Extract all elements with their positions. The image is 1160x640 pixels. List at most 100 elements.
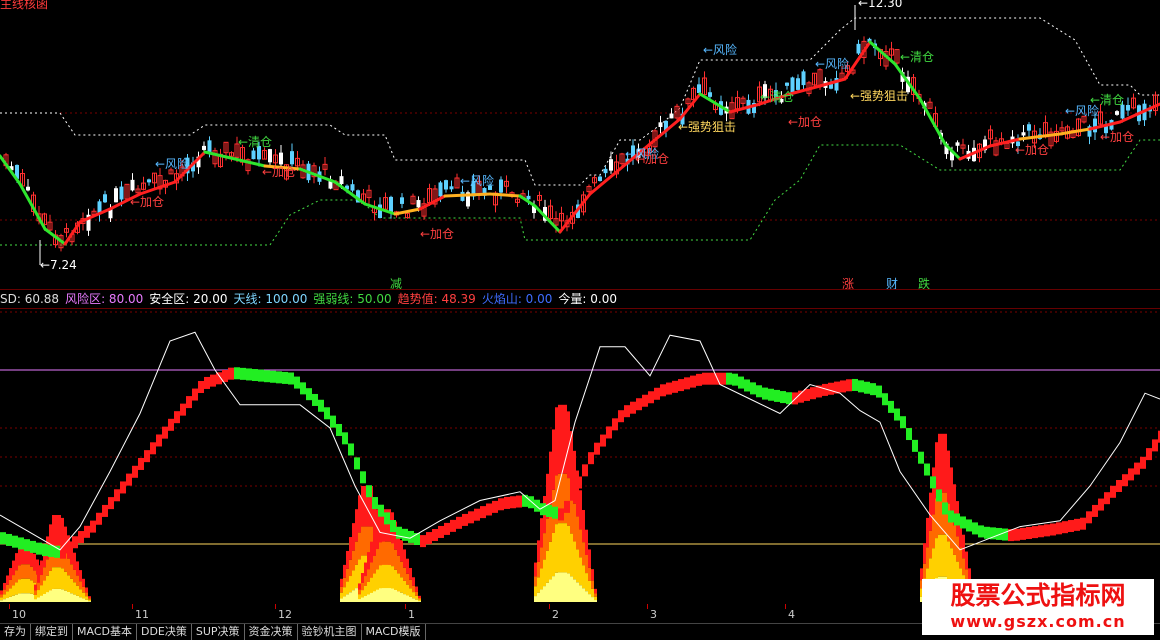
min-price-label: ←7.24 <box>40 258 77 272</box>
flame-bar <box>555 524 558 573</box>
template-tab[interactable]: DDE决策 <box>137 624 192 640</box>
trend-block <box>366 485 372 497</box>
trend-block <box>576 477 582 489</box>
trend-block <box>228 368 234 380</box>
legend-item: 安全区: 20.00 <box>149 292 227 306</box>
template-tab[interactable]: 资金决策 <box>245 624 298 640</box>
flame-bar <box>923 564 926 579</box>
flame-bar <box>46 559 49 575</box>
flame-bar <box>379 542 382 565</box>
trend-block <box>528 496 534 508</box>
template-tab[interactable]: 验钞机主图 <box>298 624 362 640</box>
flame-bar <box>64 572 67 591</box>
flame-bar <box>944 434 947 493</box>
flame-bar <box>34 595 37 599</box>
flame-bar <box>36 559 39 574</box>
flame-bar <box>400 540 403 562</box>
flame-bar <box>349 576 352 592</box>
price-chart-canvas <box>0 0 1160 290</box>
candle-body <box>450 186 454 189</box>
flame-bar <box>67 575 70 592</box>
trend-block <box>108 497 114 509</box>
template-tab[interactable]: SUP决策 <box>192 624 245 640</box>
flame-bar <box>85 596 88 600</box>
flame-bar <box>591 581 594 589</box>
trend-block <box>852 379 858 391</box>
flame-bar <box>367 527 370 556</box>
trend-block <box>114 489 120 501</box>
trend-block <box>210 375 216 387</box>
oscillator-chart[interactable] <box>0 308 1160 604</box>
flame-bar <box>12 561 15 576</box>
price-annotation: ←风险 <box>703 41 737 58</box>
flame-bar <box>382 542 385 565</box>
trend-block <box>882 393 888 405</box>
legend-item: 今量: 0.00 <box>558 292 617 306</box>
flame-bar <box>564 572 567 602</box>
trend-block <box>282 372 288 384</box>
flame-bar <box>579 557 582 585</box>
trend-block <box>780 391 786 403</box>
flame-bar <box>540 518 543 547</box>
price-chart[interactable]: 主线核函 ←12.30←7.24←风险←清仓←加仓←加仓←风险←加仓←风险←加仓… <box>0 0 1160 290</box>
flame-bar <box>370 563 373 578</box>
template-tab[interactable]: MACD模版 <box>362 624 426 640</box>
flame-bar <box>400 562 403 577</box>
trend-block <box>330 416 336 428</box>
flame-bar <box>30 580 33 594</box>
trend-block <box>516 496 522 508</box>
flame-bar <box>15 582 18 594</box>
flame-bar <box>352 590 355 602</box>
trend-block <box>450 520 456 532</box>
trend-block <box>858 380 864 392</box>
flame-bar <box>27 579 30 594</box>
flame-bar <box>543 533 546 559</box>
trend-block <box>36 543 42 555</box>
flame-bar <box>962 558 965 575</box>
trend-block <box>378 505 384 517</box>
flame-bar <box>412 577 415 586</box>
trend-block <box>204 377 210 389</box>
oscillator-canvas <box>0 308 1160 604</box>
flame-bar <box>573 579 576 602</box>
flame-bar <box>34 599 37 602</box>
trend-block <box>564 501 570 513</box>
month-tick <box>549 604 550 609</box>
flame-bar <box>61 518 64 547</box>
price-annotation: ←加仓 <box>262 163 296 180</box>
trend-block <box>102 505 108 517</box>
flame-bar <box>46 592 49 602</box>
flame-bar <box>534 563 537 577</box>
flame-bar <box>585 555 588 573</box>
flame-bar <box>394 550 397 570</box>
template-tab[interactable]: 绑定到 <box>31 624 73 640</box>
flame-bar <box>579 490 582 529</box>
flame-bar <box>49 590 52 602</box>
flame-bar <box>594 597 597 600</box>
flame-bar <box>79 581 82 589</box>
trend-block <box>678 379 684 391</box>
flame-bar <box>67 592 70 602</box>
flame-bar <box>46 576 49 592</box>
trend-block <box>672 381 678 393</box>
template-tab[interactable]: 存为 <box>0 624 31 640</box>
trend-block <box>120 481 126 493</box>
flame-bar <box>582 542 585 565</box>
flame-bar <box>364 527 367 556</box>
flame-bar <box>343 578 346 587</box>
template-tab[interactable]: MACD基本 <box>73 624 137 640</box>
flame-bar <box>43 594 46 602</box>
trend-block <box>732 374 738 386</box>
trend-block <box>666 383 672 395</box>
legend-item: 风险区: 80.00 <box>65 292 143 306</box>
flame-bar <box>558 572 561 602</box>
flame-bar <box>30 567 33 581</box>
flame-bar <box>385 588 388 602</box>
flame-bar <box>361 583 364 590</box>
trend-block <box>768 389 774 401</box>
flame-bar <box>397 556 400 574</box>
month-label: 11 <box>135 608 149 621</box>
flame-bar <box>591 569 594 581</box>
trend-block <box>456 517 462 529</box>
candle-body <box>1093 119 1097 133</box>
